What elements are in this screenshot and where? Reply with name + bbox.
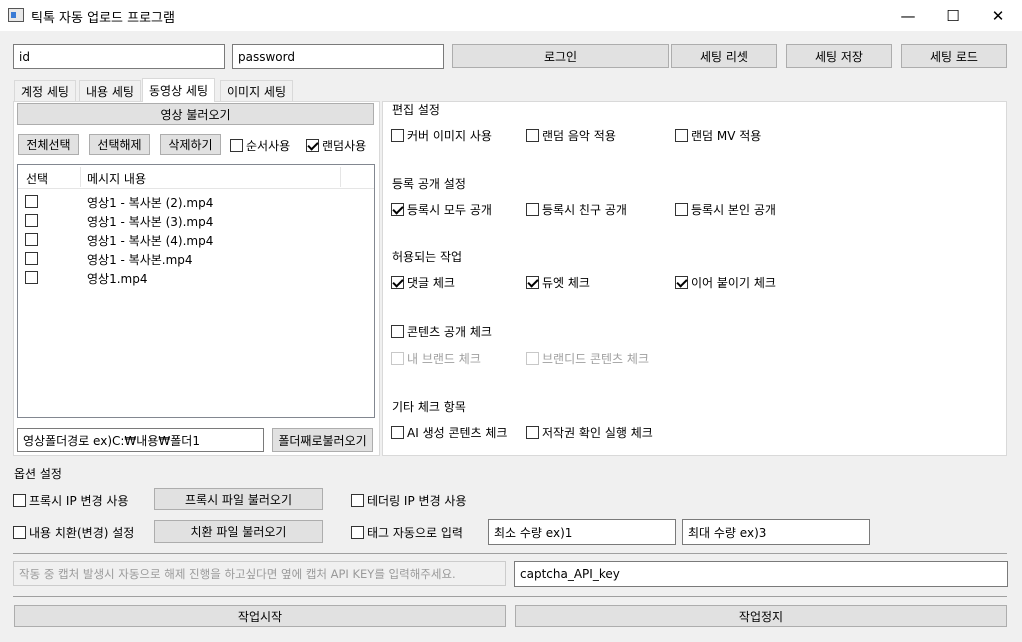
publish-friends-checkbox[interactable]: 등록시 친구 공개 — [526, 201, 627, 218]
tab-content-settings[interactable]: 내용 세팅 — [79, 80, 141, 101]
tab-image-settings[interactable]: 이미지 세팅 — [220, 80, 294, 101]
delete-button[interactable]: 삭제하기 — [160, 134, 221, 155]
random-music-checkbox[interactable]: 랜덤 음악 적용 — [526, 127, 616, 144]
start-button[interactable]: 작업시작 — [14, 605, 506, 627]
options-title: 옵션 설정 — [14, 467, 62, 481]
list-item[interactable]: 영상1.mp4 — [18, 268, 374, 287]
load-video-button[interactable]: 영상 불러오기 — [17, 103, 374, 125]
checkbox-box — [391, 325, 404, 338]
window-title: 틱톡 자동 업로드 프로그램 — [31, 11, 175, 26]
minimize-icon[interactable]: — — [885, 0, 931, 31]
save-settings-button[interactable]: 세팅 저장 — [786, 44, 892, 68]
maximize-icon[interactable]: ☐ — [930, 0, 976, 31]
load-folder-button[interactable]: 폴더째로불러오기 — [272, 428, 373, 452]
checkbox-box — [675, 129, 688, 142]
checkbox-box — [675, 203, 688, 216]
checkbox-box-checked — [391, 203, 404, 216]
checkbox-box — [13, 494, 26, 507]
allowed-actions-title: 허용되는 작업 — [392, 250, 463, 264]
duet-checkbox[interactable]: 듀엣 체크 — [526, 274, 590, 291]
column-select: 선택 — [26, 172, 49, 186]
order-use-checkbox[interactable]: 순서사용 — [230, 137, 290, 154]
row-checkbox[interactable] — [25, 252, 38, 265]
checkbox-box — [230, 139, 243, 152]
checkbox-box — [351, 494, 364, 507]
replace-file-load-button[interactable]: 치환 파일 불러오기 — [154, 520, 323, 543]
random-mv-checkbox[interactable]: 랜덤 MV 적용 — [675, 127, 761, 144]
video-list[interactable]: 선택 메시지 내용 영상1 - 복사본 (2).mp4 영상1 - 복사본 (3… — [17, 164, 375, 418]
ai-content-checkbox[interactable]: AI 생성 콘텐츠 체크 — [391, 424, 507, 441]
list-header: 선택 메시지 내용 — [18, 165, 374, 189]
tethering-ip-checkbox[interactable]: 테더링 IP 변경 사용 — [351, 492, 467, 509]
row-checkbox[interactable] — [25, 195, 38, 208]
publish-self-checkbox[interactable]: 등록시 본인 공개 — [675, 201, 776, 218]
checkbox-box-checked — [526, 276, 539, 289]
checkbox-box — [526, 129, 539, 142]
row-checkbox[interactable] — [25, 233, 38, 246]
captcha-api-key-input[interactable]: captcha_API_key — [514, 561, 1008, 587]
login-button[interactable]: 로그인 — [452, 44, 669, 68]
divider — [13, 553, 1007, 554]
captcha-hint: 작동 중 캡처 발생시 자동으로 해제 진행을 하고싶다면 옆에 캡처 API … — [13, 561, 506, 586]
column-separator — [340, 167, 341, 187]
list-item[interactable]: 영상1 - 복사본 (3).mp4 — [18, 211, 374, 230]
checkbox-box-checked — [306, 139, 319, 152]
checkbox-box-checked — [391, 276, 404, 289]
max-quantity-input[interactable]: 최대 수량 ex)3 — [682, 519, 870, 545]
checkbox-box — [526, 203, 539, 216]
publish-all-checkbox[interactable]: 등록시 모두 공개 — [391, 201, 492, 218]
tab-video-settings[interactable]: 동영상 세팅 — [142, 78, 216, 102]
id-input[interactable]: id — [13, 44, 225, 69]
checkbox-box — [351, 526, 364, 539]
other-checks-title: 기타 체크 항목 — [392, 400, 466, 414]
random-use-checkbox[interactable]: 랜덤사용 — [306, 137, 366, 154]
list-item[interactable]: 영상1 - 복사본 (4).mp4 — [18, 230, 374, 249]
deselect-button[interactable]: 선택해제 — [89, 134, 150, 155]
edit-settings-title: 편집 설정 — [392, 103, 440, 117]
column-message: 메시지 내용 — [87, 172, 147, 186]
row-checkbox[interactable] — [25, 271, 38, 284]
copyright-check-checkbox[interactable]: 저작권 확인 실행 체크 — [526, 424, 653, 441]
content-replace-checkbox[interactable]: 내용 치환(변경) 설정 — [13, 524, 134, 541]
row-checkbox[interactable] — [25, 214, 38, 227]
checkbox-box — [391, 426, 404, 439]
min-quantity-input[interactable]: 최소 수량 ex)1 — [488, 519, 676, 545]
content-public-checkbox[interactable]: 콘텐츠 공개 체크 — [391, 323, 492, 340]
password-input[interactable]: password — [232, 44, 444, 69]
branded-content-checkbox: 브랜디드 콘텐츠 체크 — [526, 350, 649, 367]
reset-settings-button[interactable]: 세팅 리셋 — [671, 44, 777, 68]
tag-auto-checkbox[interactable]: 태그 자동으로 입력 — [351, 524, 463, 541]
publish-settings-title: 등록 공개 설정 — [392, 177, 466, 191]
proxy-ip-checkbox[interactable]: 프록시 IP 변경 사용 — [13, 492, 129, 509]
checkbox-box — [13, 526, 26, 539]
cover-image-checkbox[interactable]: 커버 이미지 사용 — [391, 127, 492, 144]
column-separator — [80, 167, 81, 187]
close-icon[interactable]: ✕ — [975, 0, 1021, 31]
checkbox-box-checked — [675, 276, 688, 289]
divider — [13, 596, 1007, 597]
checkbox-box — [391, 129, 404, 142]
stop-button[interactable]: 작업정지 — [515, 605, 1007, 627]
tab-account-settings[interactable]: 계정 세팅 — [14, 80, 76, 101]
app-icon — [8, 8, 24, 22]
my-brand-checkbox: 내 브랜드 체크 — [391, 350, 481, 367]
list-item[interactable]: 영상1 - 복사본 (2).mp4 — [18, 192, 374, 211]
comment-checkbox[interactable]: 댓글 체크 — [391, 274, 455, 291]
video-folder-path-input[interactable]: 영상폴더경로 ex)C:₩내용₩폴더1 — [17, 428, 264, 452]
proxy-file-load-button[interactable]: 프록시 파일 불러오기 — [154, 488, 323, 510]
select-all-button[interactable]: 전체선택 — [18, 134, 79, 155]
checkbox-box — [526, 426, 539, 439]
stitch-checkbox[interactable]: 이어 붙이기 체크 — [675, 274, 776, 291]
checkbox-box — [526, 352, 539, 365]
list-item[interactable]: 영상1 - 복사본.mp4 — [18, 249, 374, 268]
load-settings-button[interactable]: 세팅 로드 — [901, 44, 1007, 68]
checkbox-box — [391, 352, 404, 365]
